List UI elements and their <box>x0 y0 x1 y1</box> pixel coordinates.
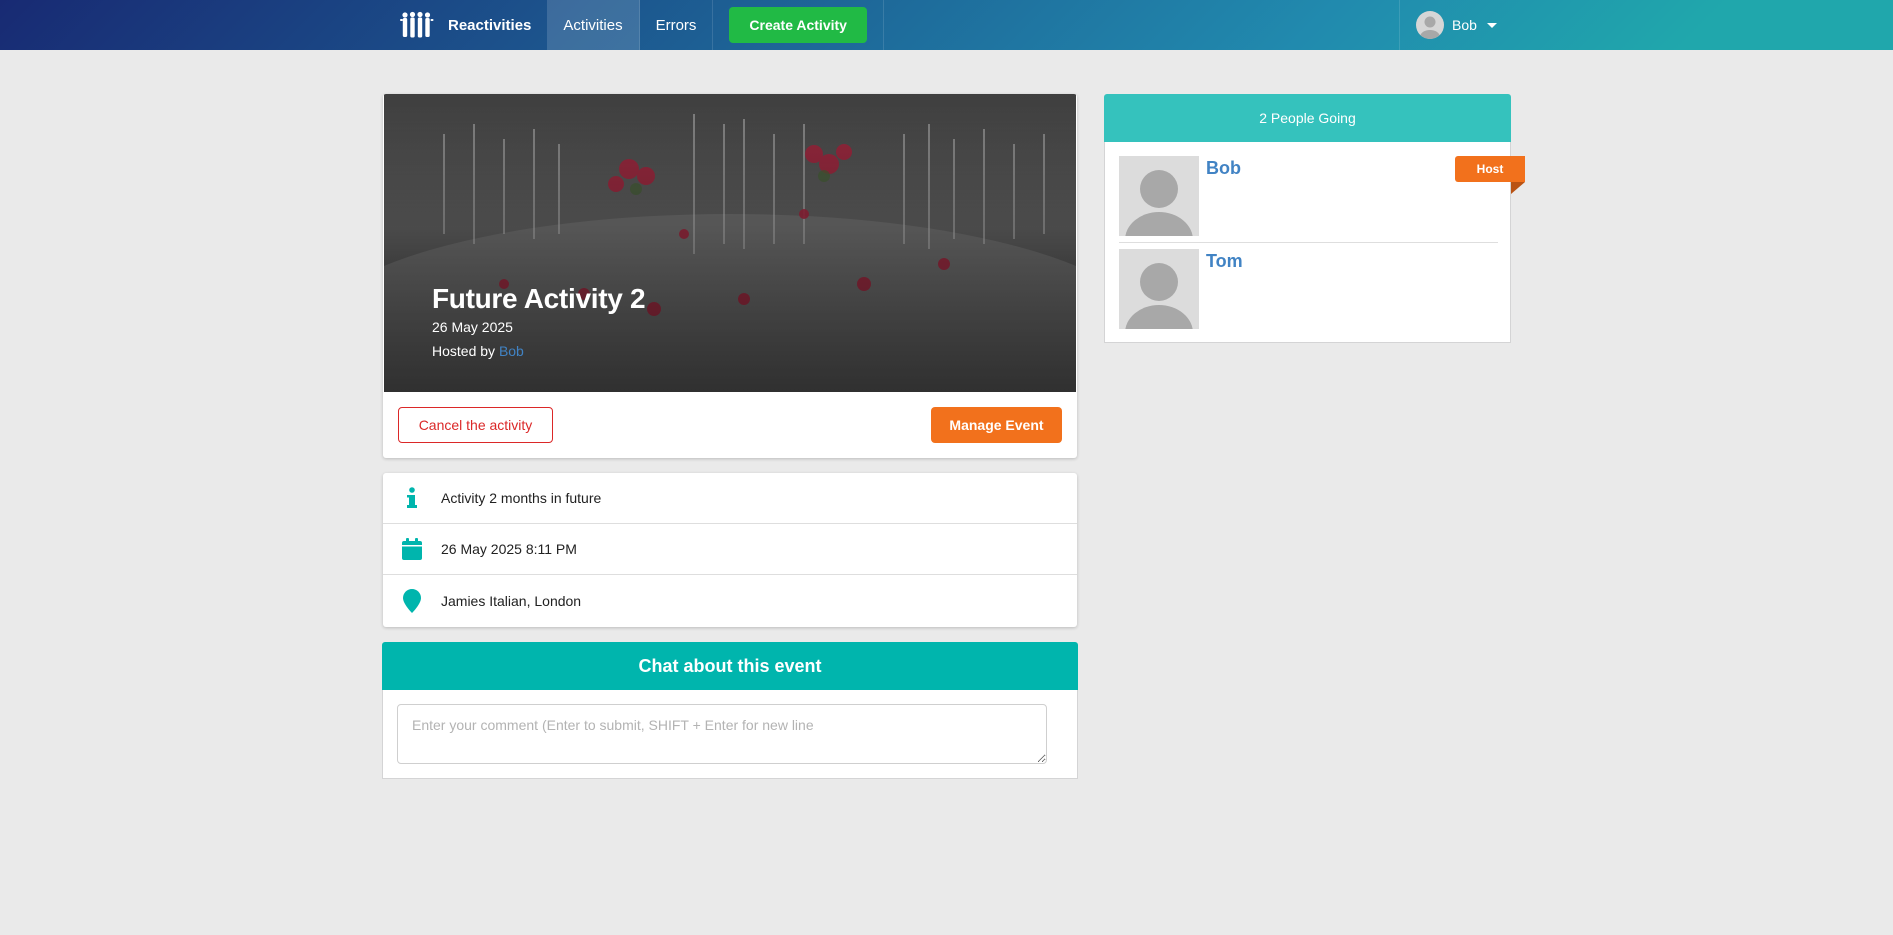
nav-activities[interactable]: Activities <box>547 0 640 50</box>
brand-link[interactable]: Reactivities <box>384 0 547 50</box>
attendee-item: Tom <box>1119 249 1498 335</box>
attendees-header: 2 People Going <box>1104 94 1511 142</box>
user-icon <box>1125 263 1193 329</box>
attendee-item: Bob <box>1119 156 1498 243</box>
nav-errors[interactable]: Errors <box>640 0 714 50</box>
info-icon <box>383 487 441 509</box>
attendee-name[interactable]: Tom <box>1206 251 1243 272</box>
hosted-by: Hosted by Bob <box>432 343 645 359</box>
activity-info-card: Activity 2 months in future 26 May 2025 … <box>383 473 1077 627</box>
activity-location: Jamies Italian, London <box>441 592 582 609</box>
info-row-location: Jamies Italian, London <box>383 575 1077 626</box>
host-ribbon-tail <box>1511 182 1525 194</box>
hero-text: Future Activity 2 26 May 2025 Hosted by … <box>432 283 646 359</box>
user-icon <box>1420 16 1440 39</box>
map-marker-icon <box>383 588 441 613</box>
dropdown-caret-icon <box>1486 22 1497 28</box>
attendees-list: Bob Tom <box>1104 142 1511 343</box>
chat-body <box>382 690 1078 779</box>
activity-datetime: 26 May 2025 8:11 PM <box>441 541 577 557</box>
host-badge: Host <box>1455 156 1525 182</box>
info-row-description: Activity 2 months in future <box>383 473 1077 524</box>
activity-title: Future Activity 2 <box>432 283 646 314</box>
brand-name: Reactivities <box>448 16 532 34</box>
host-link[interactable]: Bob <box>499 343 524 359</box>
create-activity-button[interactable]: Create Activity <box>729 7 867 43</box>
activity-hero-image: Future Activity 2 26 May 2025 Hosted by … <box>384 94 1076 392</box>
user-icon <box>1125 170 1193 236</box>
chat-header: Chat about this event <box>382 642 1078 690</box>
activity-header-card: Future Activity 2 26 May 2025 Hosted by … <box>383 94 1077 458</box>
hosted-by-prefix: Hosted by <box>432 343 499 359</box>
attendee-name[interactable]: Bob <box>1206 158 1241 179</box>
user-menu[interactable]: Bob <box>1399 0 1512 50</box>
calendar-icon <box>383 538 441 560</box>
user-name: Bob <box>1452 17 1477 33</box>
user-avatar <box>1416 11 1444 39</box>
activity-description: Activity 2 months in future <box>441 490 602 506</box>
info-row-date: 26 May 2025 8:11 PM <box>383 524 1077 575</box>
create-activity-wrap: Create Activity <box>713 0 884 50</box>
attendee-avatar <box>1119 249 1199 329</box>
nav-menu: Reactivities Activities Errors Create Ac… <box>384 0 884 50</box>
activity-date: 26 May 2025 <box>432 319 513 335</box>
top-navbar: Reactivities Activities Errors Create Ac… <box>0 0 1893 50</box>
attendee-avatar <box>1119 156 1199 236</box>
logo-icon <box>400 11 434 38</box>
manage-event-button[interactable]: Manage Event <box>931 407 1062 443</box>
cancel-activity-button[interactable]: Cancel the activity <box>398 407 553 443</box>
comment-input[interactable] <box>397 704 1047 764</box>
